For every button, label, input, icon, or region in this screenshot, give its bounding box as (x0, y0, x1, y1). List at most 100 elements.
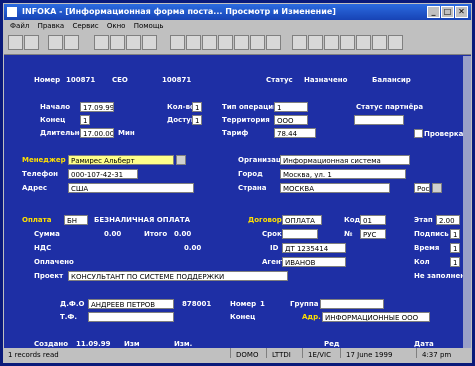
qty-field[interactable]: 1 (192, 102, 202, 112)
refresh-icon[interactable] (324, 35, 339, 50)
partner-status-field[interactable] (354, 115, 404, 125)
partner-status-label: Статус партнёра (356, 103, 424, 111)
payment-desc: БЕЗНАЛИЧНАЯ ОПЛАТА (94, 216, 191, 224)
sum-value: 0.00 (174, 230, 192, 238)
search-icon[interactable] (48, 35, 63, 50)
tariff-field[interactable]: 78.44 (274, 128, 316, 138)
time-field[interactable]: 1 (450, 243, 460, 253)
paste-icon[interactable] (308, 35, 323, 50)
menu-item-help[interactable]: Помощь (134, 22, 164, 30)
save-icon[interactable] (24, 35, 39, 50)
status-text: 1 records read (8, 351, 59, 359)
op-type-field[interactable]: 1 (274, 102, 308, 112)
territory-field[interactable]: ООО (274, 115, 308, 125)
seo-label: СЕО (112, 76, 128, 84)
copy-icon[interactable] (292, 35, 307, 50)
duration-field[interactable]: 17.00.00 (80, 128, 114, 138)
first-record-icon[interactable] (94, 35, 109, 50)
adr-field[interactable]: ИНФОРМАЦИОННЫЕ ООО (322, 312, 430, 322)
access-field[interactable]: 1 (192, 115, 202, 125)
menu-item-window[interactable]: Окно (107, 22, 126, 30)
country-label: Страна (238, 184, 267, 192)
title-bar: INFOKA - [Информационная форма поста... … (4, 4, 471, 20)
count-field[interactable]: 1 (450, 257, 460, 267)
contact-tel-field[interactable] (88, 312, 174, 322)
amount-value: 0.00 (104, 230, 122, 238)
status-cell-2: LTTDI (272, 351, 291, 359)
vertical-scrollbar[interactable] (463, 56, 471, 350)
country-field[interactable]: МОСКВА (280, 183, 390, 193)
payment-code-field[interactable]: БН (64, 215, 88, 225)
chart-icon[interactable] (266, 35, 281, 50)
duration-unit: Мин (118, 129, 135, 137)
status-date: 17 June 1999 (346, 351, 393, 359)
menu-item-service[interactable]: Сервис (72, 22, 98, 30)
maximize-button[interactable]: □ (441, 6, 454, 18)
manager-lookup-icon[interactable] (176, 155, 186, 165)
modified2-label: Изм. (174, 340, 193, 348)
prev-record-icon[interactable] (110, 35, 125, 50)
status-divider (416, 348, 417, 358)
sign-field[interactable]: 1 (450, 229, 460, 239)
sort-icon[interactable] (218, 35, 233, 50)
id-field[interactable]: ДТ 1235414 (282, 243, 346, 253)
print-icon[interactable] (186, 35, 201, 50)
check-checkbox[interactable] (414, 129, 423, 138)
check-label: Проверка (424, 130, 464, 138)
start-field[interactable]: 17.09.99 (80, 102, 114, 112)
contact-name-label: Д.Ф.О (60, 300, 85, 308)
manager-field[interactable]: Рамирес Альберт (68, 155, 174, 165)
stage-label: Этап (414, 216, 433, 224)
group-field[interactable] (320, 299, 384, 309)
calc-icon[interactable] (356, 35, 371, 50)
address-field[interactable]: США (68, 183, 194, 193)
end-field[interactable]: 1 (80, 115, 90, 125)
created-value: 11.09.99 (76, 340, 111, 348)
delete-icon[interactable] (170, 35, 185, 50)
status-divider (230, 348, 231, 358)
contact-name-field[interactable]: АНДРЕЕВ ПЕТРОВ (88, 299, 174, 309)
country-code-field[interactable]: Россия (414, 183, 430, 193)
stage-field[interactable]: 2.00 (436, 215, 460, 225)
count-label: Кол (414, 258, 430, 266)
filter-icon[interactable] (202, 35, 217, 50)
menu-bar: Файл Правка Сервис Окно Помощь (4, 20, 471, 32)
new-icon[interactable] (8, 35, 23, 50)
report-icon[interactable] (250, 35, 265, 50)
close-button[interactable]: ✕ (455, 6, 468, 18)
edit-icon[interactable] (64, 35, 79, 50)
vat-label: НДС (34, 244, 52, 252)
city-field[interactable]: Москва, ул. 1 (280, 169, 406, 179)
minimize-button[interactable]: _ (427, 6, 440, 18)
help-icon[interactable] (372, 35, 387, 50)
term-field[interactable] (282, 229, 318, 239)
territory-label: Территория (222, 116, 270, 124)
contract-field[interactable]: ОПЛАТА (282, 215, 322, 225)
menu-item-file[interactable]: Файл (10, 22, 29, 30)
sum-label: Итого (144, 230, 168, 238)
term-label: Срок (262, 230, 282, 238)
status-divider (340, 348, 341, 358)
tariff-label: Тариф (222, 129, 249, 137)
next-record-icon[interactable] (126, 35, 141, 50)
menu-item-edit[interactable]: Правка (38, 22, 65, 30)
phone-field[interactable]: 000-107-42-31 (68, 169, 138, 179)
code-field[interactable]: 01 (360, 215, 386, 225)
agent-field[interactable]: ИВАНОВ (282, 257, 346, 267)
last-record-icon[interactable] (142, 35, 157, 50)
exit-icon[interactable] (388, 35, 403, 50)
qty-label: Кол-во (167, 103, 195, 111)
phone-label: Телефон (22, 170, 58, 178)
settings-icon[interactable] (340, 35, 355, 50)
org-field[interactable]: Информационная система (280, 155, 410, 165)
num-field[interactable]: РУС (360, 229, 386, 239)
adr-label: Адр. (302, 313, 321, 321)
status-bar: 1 records read DOMO LTTDI 1E/VIC 17 June… (4, 348, 471, 362)
group-label: Группа (290, 300, 319, 308)
main-form: Номер 100871 СЕО 100871 Статус Назначено… (4, 56, 471, 348)
project-field[interactable]: КОНСУЛЬТАНТ ПО СИСТЕМЕ ПОДДЕРЖКИ (68, 271, 288, 281)
end-label: Конец (40, 116, 66, 124)
country-lookup-icon[interactable] (432, 183, 442, 193)
contact-end-label: Конец (230, 313, 256, 321)
find-icon[interactable] (234, 35, 249, 50)
